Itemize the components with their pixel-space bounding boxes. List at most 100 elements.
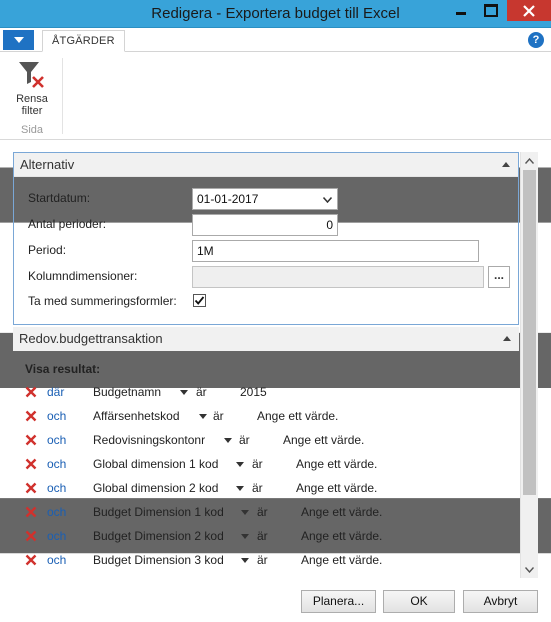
filter-operator: är [196,385,207,399]
filter-row: och Budget Dimension 3 kod är Ange ett v… [25,551,495,571]
schedule-button[interactable]: Planera... [301,590,376,613]
filter-value[interactable]: Ange ett värde. [301,529,382,543]
filter-row: och Affärsenhetskod är Ange ett värde. [25,407,495,427]
filter-row: och Redovisningskontonr är Ange ett värd… [25,431,495,451]
remove-filter-icon[interactable] [25,530,37,542]
filter-field-name[interactable]: Budget Dimension 1 kod [93,505,224,519]
filter-value[interactable]: Ange ett värde. [301,505,382,519]
filter-row: och Global dimension 2 kod är Ange ett v… [25,479,495,499]
clear-filter-label-2: filter [21,105,43,117]
chevron-up-icon[interactable] [503,336,511,341]
filter-row: och Global dimension 1 kod är Ange ett v… [25,455,495,475]
filter-field-name[interactable]: Budgetnamn [93,385,161,399]
remove-filter-icon[interactable] [25,386,37,398]
filter-row: och Budget Dimension 2 kod är Ange ett v… [25,527,495,547]
close-button[interactable] [507,0,551,21]
field-dropdown-icon[interactable] [236,486,244,491]
column-dims-input [192,266,484,288]
field-dropdown-icon[interactable] [180,390,188,395]
filter-value[interactable]: 2015 [240,385,267,399]
remove-filter-icon[interactable] [25,554,37,566]
scroll-up-button[interactable] [521,152,538,169]
remove-filter-icon[interactable] [25,506,37,518]
app-menu-button[interactable] [3,30,34,50]
dialog-footer: Planera... OK Avbryt [0,582,551,622]
vertical-scrollbar[interactable] [520,152,538,578]
filter-conjunction-link[interactable]: och [47,505,66,519]
chevron-down-icon [323,197,332,203]
filter-conjunction-link[interactable]: och [47,553,66,567]
filter-field-name[interactable]: Budget Dimension 3 kod [93,553,224,567]
filter-field-name[interactable]: Global dimension 1 kod [93,457,218,471]
help-icon[interactable]: ? [528,32,544,48]
filter-field-name[interactable]: Global dimension 2 kod [93,481,218,495]
chevron-up-icon[interactable] [502,162,510,167]
filter-row: och Budget Dimension 1 kod är Ange ett v… [25,503,495,523]
filter-conjunction-link[interactable]: och [47,433,66,447]
filter-value[interactable]: Ange ett värde. [296,481,377,495]
filter-row: där Budgetnamn är 2015 [25,383,495,403]
filter-field-name[interactable]: Affärsenhetskod [93,409,180,423]
filter-operator: är [239,433,250,447]
filter-field-name[interactable]: Redovisningskontonr [93,433,205,447]
filter-conjunction-link[interactable]: och [47,457,66,471]
start-date-select[interactable]: 01-01-2017 [192,188,338,210]
ribbon-tab-bar: ÅTGÄRDER ? [0,28,551,52]
remove-filter-icon[interactable] [25,410,37,422]
field-dropdown-icon[interactable] [241,534,249,539]
filter-conjunction-link[interactable]: och [47,409,66,423]
filter-conjunction-link[interactable]: och [47,529,66,543]
period-label: Period: [28,243,67,257]
filter-conjunction-link[interactable]: och [47,481,66,495]
filter-operator: är [252,481,263,495]
column-dims-label: Kolumndimensioner: [28,269,138,283]
field-dropdown-icon[interactable] [199,414,207,419]
field-dropdown-icon[interactable] [224,438,232,443]
filter-operator: är [257,553,268,567]
tab-actions[interactable]: ÅTGÄRDER [42,30,125,52]
filter-value[interactable]: Ange ett värde. [301,553,382,567]
chevron-down-icon [525,566,534,573]
clear-filter-label-1: Rensa [16,93,48,105]
content-area: Alternativ Startdatum: 01-01-2017 Antal … [0,140,551,582]
field-dropdown-icon[interactable] [241,510,249,515]
chevron-down-icon [13,36,24,43]
ok-button[interactable]: OK [383,590,455,613]
show-results-label: Visa resultat: [25,362,101,376]
close-icon [523,4,535,17]
filter-field-name[interactable]: Budget Dimension 2 kod [93,529,224,543]
clear-filter-button[interactable]: Rensa filter [8,58,56,117]
cancel-button[interactable]: Avbryt [463,590,538,613]
start-date-value: 01-01-2017 [197,192,259,206]
minimize-button[interactable] [447,0,475,21]
options-header[interactable]: Alternativ [14,153,518,177]
filter-value[interactable]: Ange ett värde. [296,457,377,471]
filter-value[interactable]: Ange ett värde. [257,409,338,423]
field-dropdown-icon[interactable] [241,558,249,563]
clear-filter-icon [16,58,48,90]
filter-operator: är [257,505,268,519]
num-periods-input[interactable]: 0 [192,214,338,236]
scroll-thumb[interactable] [523,170,536,495]
title-bar: Redigera - Exportera budget till Excel [0,0,551,28]
filters-header[interactable]: Redov.budgettransaktion [13,327,519,351]
remove-filter-icon[interactable] [25,434,37,446]
filter-value[interactable]: Ange ett värde. [283,433,364,447]
maximize-button[interactable] [477,0,505,21]
field-dropdown-icon[interactable] [236,462,244,467]
period-input[interactable]: 1M [192,240,479,262]
options-fasttab: Alternativ Startdatum: 01-01-2017 Antal … [13,152,519,325]
options-title: Alternativ [20,157,75,172]
filter-operator: är [213,409,224,423]
scroll-down-button[interactable] [521,561,538,578]
filters-title: Redov.budgettransaktion [19,331,163,346]
remove-filter-icon[interactable] [25,482,37,494]
include-formulas-checkbox[interactable] [193,294,206,307]
chevron-up-icon [525,157,534,164]
filter-operator: är [252,457,263,471]
start-date-label: Startdatum: [28,191,91,205]
column-dims-lookup-button[interactable]: ... [488,266,510,288]
ribbon-group-label: Sida [20,124,44,136]
filter-conjunction-link[interactable]: där [47,385,64,399]
remove-filter-icon[interactable] [25,458,37,470]
